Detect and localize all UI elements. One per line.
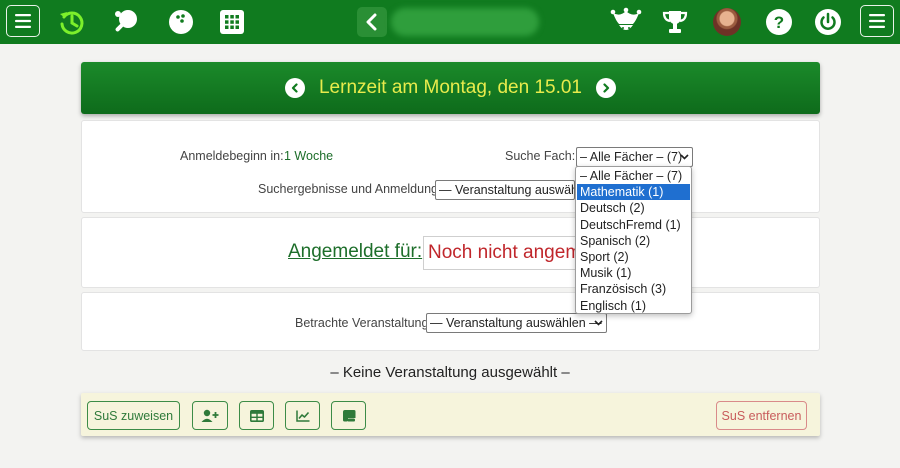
subject-search-label: Suche Fach: <box>505 149 576 163</box>
menu-icon <box>869 14 885 28</box>
enrolled-label: Angemeldet für: <box>288 241 423 262</box>
action-toolbar: SuS zuweisen SuS entfernen <box>81 393 820 436</box>
grid-button[interactable] <box>217 7 247 37</box>
next-day-button[interactable] <box>596 78 616 98</box>
no-event-message: – Keine Veranstaltung ausgewählt – <box>330 364 570 381</box>
registration-start-label: Anmeldebeginn in: <box>180 149 284 163</box>
chevron-down-icon <box>594 320 603 326</box>
subject-option[interactable]: Französisch (3) <box>577 281 690 297</box>
date-banner: Lernzeit am Montag, den 15.01 <box>81 62 820 114</box>
menu-icon <box>15 14 31 28</box>
enrolled-status: Noch nicht angemeldet <box>423 236 598 270</box>
top-nav-bar: ? <box>0 0 900 44</box>
history-icon <box>60 11 84 35</box>
subject-option[interactable]: Mathematik (1) <box>577 184 690 201</box>
trophy-icon <box>662 11 688 33</box>
subject-option[interactable]: Sport (2) <box>577 249 690 265</box>
avatar[interactable] <box>713 8 741 36</box>
secondary-menu-button[interactable] <box>860 5 894 37</box>
assign-students-button[interactable]: SuS zuweisen <box>87 401 180 430</box>
add-user-icon <box>201 409 219 422</box>
search-results-select[interactable]: — Veranstaltung auswählen — <box>435 180 575 200</box>
bowling-button[interactable] <box>166 7 196 37</box>
table-icon <box>249 409 264 422</box>
view-event-select-value: — Veranstaltung auswählen — <box>430 316 602 330</box>
chevron-right-icon <box>603 83 610 93</box>
scroll-icon <box>342 410 355 422</box>
bowling-ball-icon <box>169 10 193 34</box>
history-button[interactable] <box>57 7 87 37</box>
subject-option[interactable]: – Alle Fächer – (7) <box>577 168 690 184</box>
power-icon <box>815 9 841 35</box>
subject-option[interactable]: Spanisch (2) <box>577 233 690 249</box>
page-title: Lernzeit am Montag, den 15.01 <box>318 77 582 98</box>
subject-option[interactable]: DeutschFremd (1) <box>577 217 690 233</box>
back-chevron-icon <box>366 13 377 31</box>
help-button[interactable]: ? <box>764 7 794 37</box>
registration-start-value: 1 Woche <box>284 149 334 163</box>
statistics-button[interactable] <box>285 401 320 430</box>
add-user-button[interactable] <box>192 401 228 430</box>
notes-button[interactable] <box>331 401 366 430</box>
search-results-label: Suchergebnisse und Anmeldung: <box>258 182 442 196</box>
registration-panel: Anmeldebeginn in: 1 Woche Suche Fach: – … <box>81 120 820 213</box>
subject-dropdown-list: – Alle Fächer – (7) Mathematik (1) Deutsch… <box>575 166 692 314</box>
logout-button[interactable] <box>813 7 843 37</box>
table-view-button[interactable] <box>239 401 274 430</box>
trophy-button[interactable] <box>660 7 690 37</box>
subject-option[interactable]: Deutsch (2) <box>577 200 690 216</box>
help-icon: ? <box>766 9 792 35</box>
enrolled-panel: Angemeldet für: Noch nicht angemeldet <box>81 217 820 288</box>
view-event-select[interactable]: — Veranstaltung auswählen — <box>426 313 607 333</box>
view-event-panel: Betrachte Veranstaltung: — Veranstaltung… <box>81 292 820 351</box>
table-tennis-button[interactable] <box>112 7 142 37</box>
table-tennis-icon <box>115 10 137 32</box>
line-chart-icon <box>295 410 309 422</box>
search-results-select-value: — Veranstaltung auswählen — <box>439 183 574 197</box>
blurred-user-name <box>391 8 539 36</box>
subject-select[interactable]: – Alle Fächer – (7) <box>576 147 693 167</box>
svg-text:?: ? <box>774 13 784 32</box>
view-event-label: Betrachte Veranstaltung: <box>295 316 432 330</box>
subject-option[interactable]: Musik (1) <box>577 265 690 281</box>
grid-icon <box>220 10 244 34</box>
main-menu-button[interactable] <box>6 5 40 37</box>
subject-select-value: – Alle Fächer – (7) <box>580 150 683 164</box>
subject-option[interactable]: Englisch (1) <box>577 298 690 314</box>
jester-hat-icon <box>610 7 642 30</box>
remove-students-button[interactable]: SuS entfernen <box>716 401 807 430</box>
back-button[interactable] <box>357 7 387 37</box>
jester-button[interactable] <box>609 7 643 37</box>
chevron-down-icon <box>680 154 689 160</box>
